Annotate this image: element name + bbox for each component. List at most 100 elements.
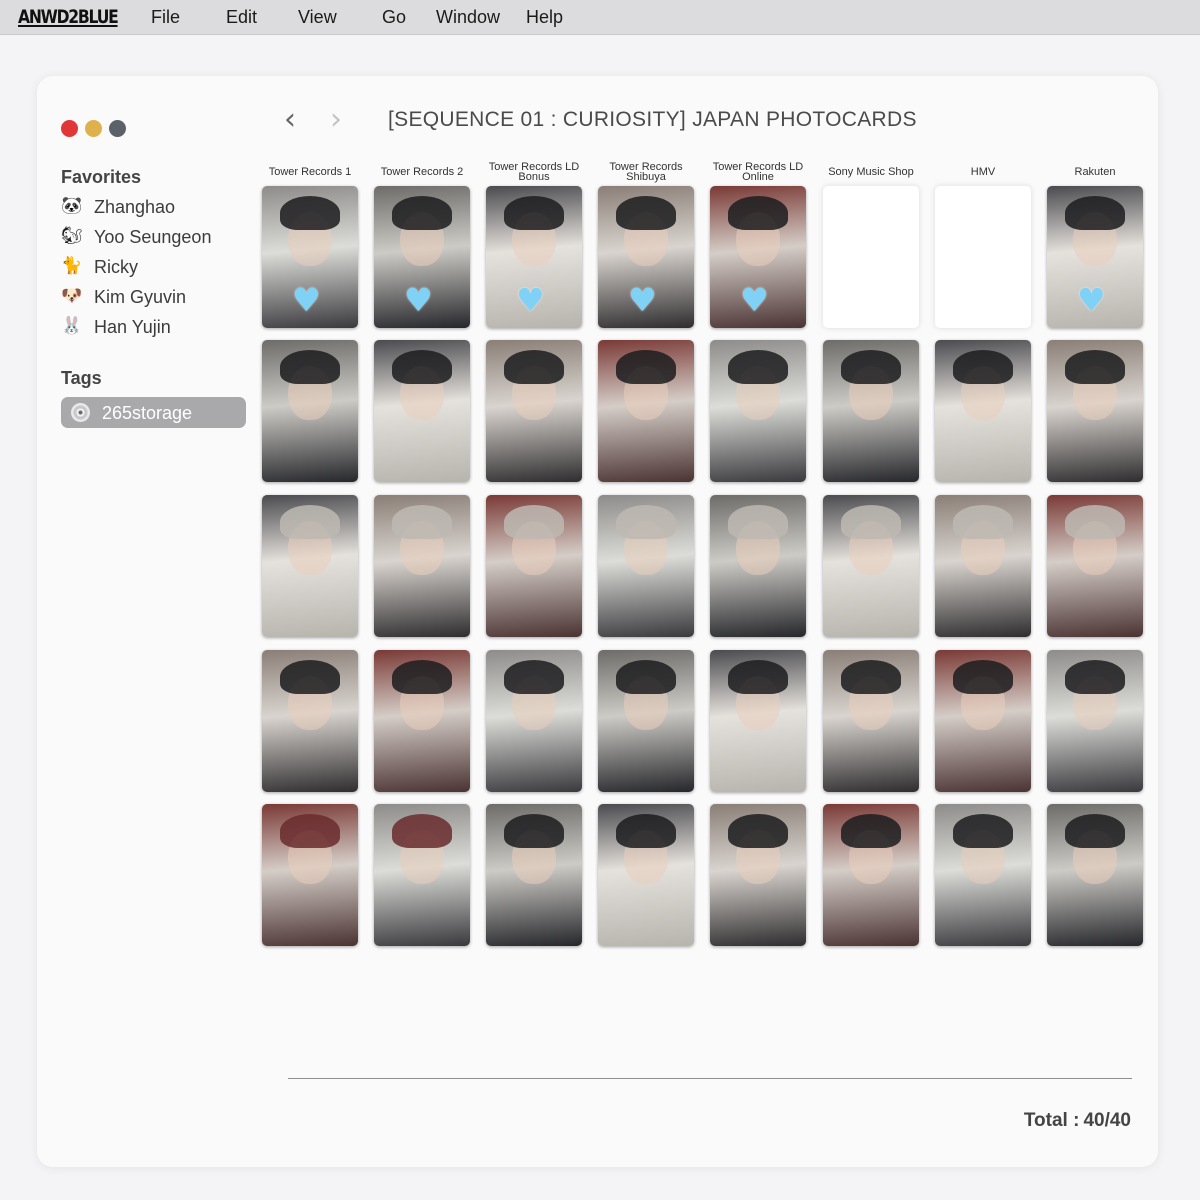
sidebar-item-han-yujin[interactable]: 🐰 Han Yujin bbox=[61, 316, 241, 340]
sidebar-item-yoo-seungeon[interactable]: 🐿 Yoo Seungeon bbox=[61, 226, 241, 250]
photo-detail bbox=[392, 350, 452, 384]
photocard[interactable] bbox=[710, 804, 806, 946]
heart-icon: ♥ bbox=[404, 281, 433, 319]
photocard[interactable] bbox=[262, 650, 358, 792]
photocard[interactable] bbox=[823, 650, 919, 792]
photocard[interactable] bbox=[262, 804, 358, 946]
tag-265storage[interactable]: 265storage bbox=[61, 397, 246, 428]
squirrel-icon: 🐿 bbox=[61, 226, 83, 246]
photocard[interactable] bbox=[374, 495, 470, 637]
photo-detail bbox=[392, 505, 452, 539]
photocard[interactable] bbox=[1047, 340, 1143, 482]
sidebar-item-kim-gyuvin[interactable]: 🐶 Kim Gyuvin bbox=[61, 286, 241, 310]
photocard[interactable] bbox=[935, 804, 1031, 946]
favorites-heading: Favorites bbox=[61, 167, 142, 187]
photocard[interactable] bbox=[598, 340, 694, 482]
column-header: Rakuten bbox=[1074, 166, 1116, 178]
menu-window[interactable]: Window bbox=[436, 7, 500, 28]
photocard[interactable] bbox=[374, 804, 470, 946]
photocard[interactable] bbox=[598, 650, 694, 792]
photocard[interactable]: ♥ bbox=[1047, 186, 1143, 328]
sidebar-item-label: Zhanghao bbox=[94, 197, 176, 217]
photocard[interactable]: ♥ bbox=[598, 186, 694, 328]
photocard[interactable] bbox=[823, 495, 919, 637]
app-logo[interactable]: ANWD2BLUE bbox=[18, 6, 119, 28]
photocard[interactable] bbox=[374, 340, 470, 482]
photo-detail bbox=[504, 660, 564, 694]
photocard[interactable] bbox=[710, 340, 806, 482]
photocard[interactable] bbox=[710, 495, 806, 637]
photocard[interactable] bbox=[935, 495, 1031, 637]
photo-detail bbox=[728, 505, 788, 539]
sidebar-item-zhanghao[interactable]: 🐼 Zhanghao bbox=[61, 196, 241, 220]
photocard[interactable] bbox=[935, 186, 1031, 328]
minimize-window-button[interactable] bbox=[85, 120, 102, 137]
photo-detail bbox=[953, 660, 1013, 694]
photo-detail bbox=[504, 505, 564, 539]
menu-help[interactable]: Help bbox=[526, 7, 563, 28]
photo-detail bbox=[841, 814, 901, 848]
photo-detail bbox=[728, 814, 788, 848]
column-header: Tower Records LD Bonus bbox=[488, 161, 580, 183]
menu-go[interactable]: Go bbox=[382, 7, 406, 28]
zoom-window-button[interactable] bbox=[109, 120, 126, 137]
photo-detail bbox=[1065, 505, 1125, 539]
photocard[interactable] bbox=[486, 340, 582, 482]
column-header: Tower Records Shibuya bbox=[609, 161, 683, 183]
sidebar-item-label: Kim Gyuvin bbox=[94, 287, 187, 307]
photocard[interactable] bbox=[823, 804, 919, 946]
photocard[interactable]: ♥ bbox=[486, 186, 582, 328]
photocard[interactable] bbox=[598, 495, 694, 637]
column-header: Tower Records LD Online bbox=[712, 161, 804, 183]
photo-detail bbox=[1065, 196, 1125, 230]
photo-detail bbox=[728, 660, 788, 694]
photo-detail bbox=[392, 814, 452, 848]
photo-detail bbox=[280, 505, 340, 539]
photo-detail bbox=[953, 505, 1013, 539]
menu-edit[interactable]: Edit bbox=[226, 7, 257, 28]
heart-icon: ♥ bbox=[628, 281, 657, 319]
photocard[interactable] bbox=[262, 340, 358, 482]
back-arrow-icon[interactable]: ‹ bbox=[284, 105, 296, 135]
column-header: Sony Music Shop bbox=[828, 166, 914, 178]
photocard[interactable] bbox=[486, 804, 582, 946]
photo-detail bbox=[616, 350, 676, 384]
tag-label: 265storage bbox=[102, 403, 193, 423]
photocard[interactable] bbox=[1047, 804, 1143, 946]
page-title: [SEQUENCE 01 : CURIOSITY] JAPAN PHOTOCAR… bbox=[388, 108, 917, 131]
close-window-button[interactable] bbox=[61, 120, 78, 137]
photocard[interactable] bbox=[710, 650, 806, 792]
finder-window: Favorites 🐼 Zhanghao 🐿 Yoo Seungeon 🐈 Ri… bbox=[37, 76, 1158, 1167]
sidebar-item-ricky[interactable]: 🐈 Ricky bbox=[61, 256, 241, 280]
sidebar-item-label: Han Yujin bbox=[94, 317, 171, 337]
photo-detail bbox=[616, 196, 676, 230]
heart-icon: ♥ bbox=[1077, 281, 1106, 319]
photocard[interactable] bbox=[1047, 650, 1143, 792]
cd-icon bbox=[71, 403, 90, 422]
photo-detail bbox=[504, 196, 564, 230]
photo-detail bbox=[616, 814, 676, 848]
photocard[interactable]: ♥ bbox=[374, 186, 470, 328]
forward-arrow-icon[interactable]: › bbox=[330, 105, 342, 135]
photocard[interactable] bbox=[1047, 495, 1143, 637]
photocard[interactable]: ♥ bbox=[710, 186, 806, 328]
menu-file[interactable]: File bbox=[151, 7, 180, 28]
photo-detail bbox=[280, 196, 340, 230]
photo-detail bbox=[616, 505, 676, 539]
photo-detail bbox=[841, 660, 901, 694]
menu-view[interactable]: View bbox=[298, 7, 337, 28]
photocard[interactable] bbox=[935, 340, 1031, 482]
sidebar-item-label: Ricky bbox=[94, 257, 138, 277]
photocard[interactable] bbox=[598, 804, 694, 946]
photocard[interactable] bbox=[486, 650, 582, 792]
total-value: 40/40 bbox=[1083, 1110, 1131, 1131]
cat-icon: 🐈 bbox=[61, 256, 83, 276]
photocard[interactable] bbox=[262, 495, 358, 637]
photocard[interactable] bbox=[935, 650, 1031, 792]
heart-icon: ♥ bbox=[740, 281, 769, 319]
photocard[interactable] bbox=[486, 495, 582, 637]
photocard[interactable] bbox=[374, 650, 470, 792]
photocard[interactable]: ♥ bbox=[262, 186, 358, 328]
photocard[interactable] bbox=[823, 340, 919, 482]
photocard[interactable] bbox=[823, 186, 919, 328]
